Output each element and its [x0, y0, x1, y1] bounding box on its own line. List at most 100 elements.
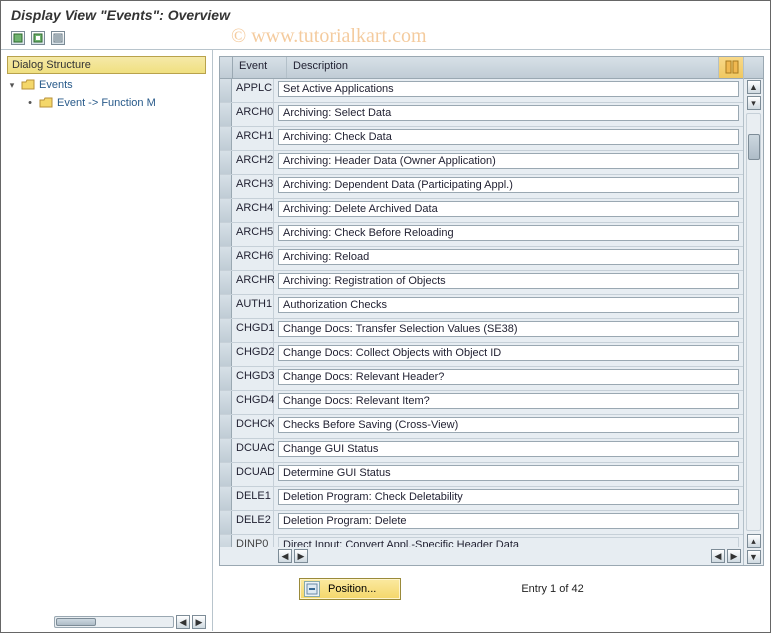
dialog-structure-tree: ▾ Events • Event -> Function M [1, 74, 212, 613]
table-row[interactable]: ARCH4Archiving: Delete Archived Data [220, 199, 743, 223]
row-handle[interactable] [220, 151, 232, 174]
row-handle[interactable] [220, 79, 232, 102]
vscroll-down2-icon[interactable]: ▴ [747, 534, 761, 548]
row-handle[interactable] [220, 535, 232, 547]
hscroll-right-icon[interactable]: ▶ [192, 615, 206, 629]
tree-collapse-icon[interactable]: ▾ [7, 80, 17, 91]
table-hscroll-left2-icon[interactable]: ◀ [711, 549, 725, 563]
row-handle[interactable] [220, 295, 232, 318]
table-row[interactable]: ARCH1Archiving: Check Data [220, 127, 743, 151]
table-row[interactable]: CHGD3Change Docs: Relevant Header? [220, 367, 743, 391]
description-field[interactable]: Archiving: Registration of Objects [278, 273, 739, 289]
row-handle[interactable] [220, 319, 232, 342]
description-field[interactable]: Set Active Applications [278, 81, 739, 97]
col-header-description[interactable]: Description [287, 57, 719, 78]
description-field[interactable]: Archiving: Check Before Reloading [278, 225, 739, 241]
row-handle[interactable] [220, 103, 232, 126]
description-field[interactable]: Archiving: Header Data (Owner Applicatio… [278, 153, 739, 169]
table-row[interactable]: DCUACChange GUI Status [220, 439, 743, 463]
table-row[interactable]: DCUADDetermine GUI Status [220, 463, 743, 487]
vscroll-up2-icon[interactable]: ▾ [747, 96, 761, 110]
row-handle[interactable] [220, 247, 232, 270]
vscroll-track[interactable] [746, 113, 761, 531]
description-field[interactable]: Change Docs: Collect Objects with Object… [278, 345, 739, 361]
row-handle[interactable] [220, 367, 232, 390]
row-handle[interactable] [220, 127, 232, 150]
tree-node-event-function[interactable]: • Event -> Function M [7, 94, 212, 112]
description-field[interactable]: Authorization Checks [278, 297, 739, 313]
row-handle[interactable] [220, 511, 232, 534]
row-handle[interactable] [220, 223, 232, 246]
description-field[interactable]: Change Docs: Relevant Item? [278, 393, 739, 409]
tree-node-events[interactable]: ▾ Events [7, 76, 212, 94]
row-handle[interactable] [220, 391, 232, 414]
tree-node-label: Event -> Function M [57, 97, 156, 109]
table-row[interactable]: ARCH5Archiving: Check Before Reloading [220, 223, 743, 247]
table-row[interactable]: DINP0Direct Input: Convert Appl.-Specifi… [220, 535, 743, 547]
vscroll-up-icon[interactable]: ▲ [747, 80, 761, 94]
vscroll-down-icon[interactable]: ▼ [747, 550, 761, 564]
table-row[interactable]: CHGD4Change Docs: Relevant Item? [220, 391, 743, 415]
table-hscroll-right2-icon[interactable]: ▶ [727, 549, 741, 563]
position-button[interactable]: Position... [299, 578, 401, 600]
cell-description: Change Docs: Relevant Header? [274, 367, 743, 390]
table-row[interactable]: DCHCKChecks Before Saving (Cross-View) [220, 415, 743, 439]
cell-event: CHGD3 [232, 367, 274, 390]
cell-description: Determine GUI Status [274, 463, 743, 486]
cell-description: Change Docs: Transfer Selection Values (… [274, 319, 743, 342]
description-field[interactable]: Change GUI Status [278, 441, 739, 457]
dialog-structure-header: Dialog Structure [7, 56, 206, 74]
table-rows: APPLCSet Active ApplicationsARCH0Archivi… [220, 79, 743, 547]
description-field[interactable]: Deletion Program: Delete [278, 513, 739, 529]
table-hscroll-right-icon[interactable]: ▶ [294, 549, 308, 563]
row-handle[interactable] [220, 487, 232, 510]
cell-description: Archiving: Check Before Reloading [274, 223, 743, 246]
table-row[interactable]: CHGD2Change Docs: Collect Objects with O… [220, 343, 743, 367]
description-field[interactable]: Archiving: Select Data [278, 105, 739, 121]
table-hscroll-left-icon[interactable]: ◀ [278, 549, 292, 563]
toolbar-btn-1[interactable] [11, 31, 25, 45]
table-row[interactable]: ARCH3Archiving: Dependent Data (Particip… [220, 175, 743, 199]
description-field[interactable]: Deletion Program: Check Deletability [278, 489, 739, 505]
description-field[interactable]: Archiving: Delete Archived Data [278, 201, 739, 217]
folder-icon [39, 97, 53, 109]
table-row[interactable]: APPLCSet Active Applications [220, 79, 743, 103]
folder-open-icon [21, 79, 35, 91]
row-handle[interactable] [220, 415, 232, 438]
table-row[interactable]: DELE1Deletion Program: Check Deletabilit… [220, 487, 743, 511]
row-handle[interactable] [220, 463, 232, 486]
table-row[interactable]: ARCH0Archiving: Select Data [220, 103, 743, 127]
description-field[interactable]: Archiving: Dependent Data (Participating… [278, 177, 739, 193]
description-field[interactable]: Archiving: Reload [278, 249, 739, 265]
description-field[interactable]: Checks Before Saving (Cross-View) [278, 417, 739, 433]
row-handle[interactable] [220, 271, 232, 294]
cell-event: ARCH5 [232, 223, 274, 246]
description-field[interactable]: Archiving: Check Data [278, 129, 739, 145]
description-field[interactable]: Determine GUI Status [278, 465, 739, 481]
row-handle[interactable] [220, 439, 232, 462]
table-config-icon[interactable] [719, 57, 743, 78]
toolbar-btn-3[interactable] [51, 31, 65, 45]
table-row[interactable]: DELE2Deletion Program: Delete [220, 511, 743, 535]
toolbar-btn-2[interactable] [31, 31, 45, 45]
cell-event: AUTH1 [232, 295, 274, 318]
row-handle[interactable] [220, 199, 232, 222]
vscroll-thumb[interactable] [748, 134, 760, 160]
table-row[interactable]: ARCH2Archiving: Header Data (Owner Appli… [220, 151, 743, 175]
cell-description: Archiving: Dependent Data (Participating… [274, 175, 743, 198]
table-row[interactable]: CHGD1Change Docs: Transfer Selection Val… [220, 319, 743, 343]
table-row[interactable]: AUTH1Authorization Checks [220, 295, 743, 319]
events-table: Event Description APPLCSet Active Applic… [219, 56, 764, 566]
description-field[interactable]: Change Docs: Relevant Header? [278, 369, 739, 385]
row-handle[interactable] [220, 175, 232, 198]
col-header-event[interactable]: Event [233, 57, 287, 78]
hscroll-left-icon[interactable]: ◀ [176, 615, 190, 629]
description-field[interactable]: Change Docs: Transfer Selection Values (… [278, 321, 739, 337]
table-row[interactable]: ARCH6Archiving: Reload [220, 247, 743, 271]
row-handle[interactable] [220, 343, 232, 366]
hscroll-thumb[interactable] [56, 618, 96, 626]
cell-description: Archiving: Header Data (Owner Applicatio… [274, 151, 743, 174]
table-row[interactable]: ARCHRArchiving: Registration of Objects [220, 271, 743, 295]
description-field[interactable]: Direct Input: Convert Appl.-Specific Hea… [278, 537, 739, 547]
hscroll-track[interactable] [54, 616, 174, 628]
